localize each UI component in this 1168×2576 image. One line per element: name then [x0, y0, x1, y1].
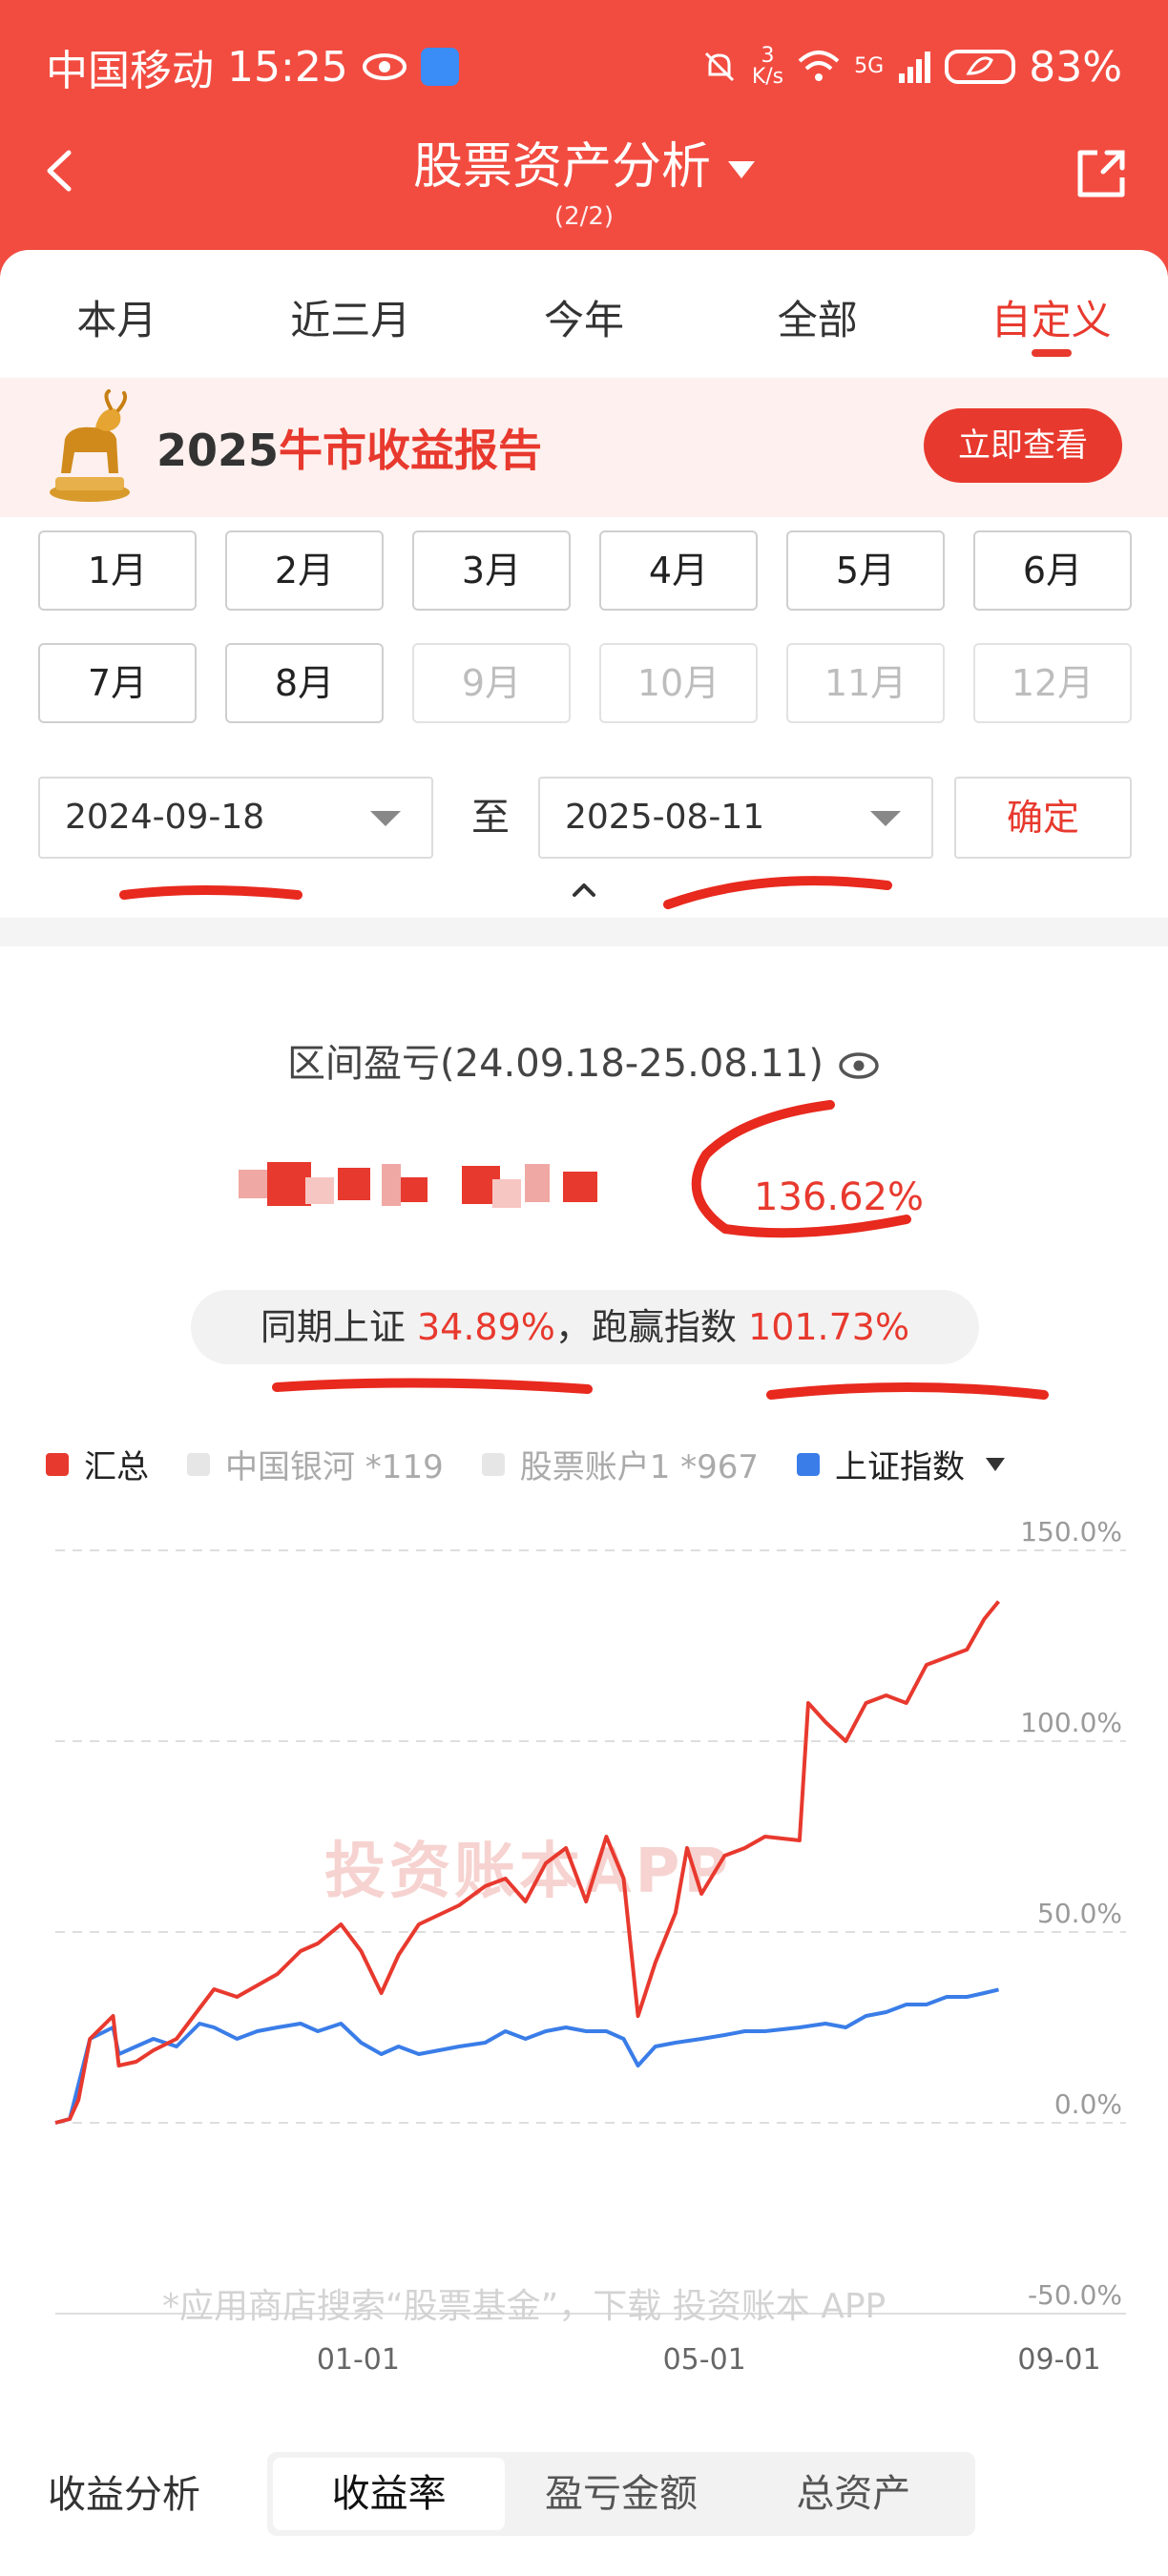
month-9-button: 9月: [412, 643, 571, 723]
month-3-button[interactable]: 3月: [412, 530, 571, 611]
period-tabs: 本月 近三月 今年 全部 自定义: [0, 250, 1168, 374]
analysis-segmented-control: 收益率 盈亏金额 总资产: [267, 2452, 975, 2536]
chevron-down-icon: [870, 811, 901, 826]
time-label: 15:25: [227, 42, 348, 92]
legend-swatch: [797, 1452, 821, 1476]
start-date-select[interactable]: 2024-09-18: [38, 777, 433, 859]
collapse-chevron-icon[interactable]: [569, 874, 599, 904]
chevron-down-icon: [370, 811, 401, 826]
series-line-total: [54, 1600, 1001, 2125]
month-1-button[interactable]: 1月: [38, 530, 197, 611]
tab-custom[interactable]: 自定义: [934, 250, 1168, 374]
mute-bell-icon: [704, 52, 734, 82]
tab-return-rate[interactable]: 收益率: [273, 2458, 506, 2530]
month-12-button: 12月: [973, 643, 1132, 723]
confirm-button[interactable]: 确定: [954, 777, 1132, 859]
date-separator: 至: [471, 796, 510, 840]
legend-swatch: [187, 1452, 210, 1476]
tab-three-months[interactable]: 近三月: [234, 250, 468, 374]
month-grid: 1月 2月 3月 4月 5月 6月 7月 8月 9月 10月 11月 12月: [38, 530, 1132, 723]
chart-legend: 汇总 中国银河 *119 股票账户1 *967 上证指数: [46, 1441, 1006, 1487]
x-tick-label: 01-01: [317, 2343, 400, 2377]
tab-all[interactable]: 全部: [700, 250, 934, 374]
y-tick-label: -50.0%: [1028, 2279, 1122, 2311]
month-10-button: 10月: [599, 643, 758, 723]
net-speed: 3 K/s: [751, 44, 784, 89]
legend-sse-index[interactable]: 上证指数: [797, 1441, 1006, 1487]
month-4-button[interactable]: 4月: [599, 530, 758, 611]
return-percent: 136.62%: [754, 1175, 924, 1219]
legend-total[interactable]: 汇总: [46, 1441, 149, 1487]
analysis-label: 收益分析: [48, 2473, 200, 2517]
month-2-button[interactable]: 2月: [225, 530, 384, 611]
legend-swatch: [46, 1452, 69, 1476]
y-tick-label: 50.0%: [1037, 1898, 1122, 1929]
share-icon[interactable]: [1073, 145, 1130, 202]
battery-level: 83%: [1029, 42, 1122, 92]
signal-bars-icon: [899, 52, 931, 83]
date-range-row: 2024-09-18 至 2025-08-11 确定: [38, 777, 1132, 859]
y-tick-label: 0.0%: [1054, 2088, 1122, 2120]
signal-type: 5G: [854, 54, 885, 78]
legend-stock-account-1[interactable]: 股票账户1 *967: [481, 1441, 759, 1487]
app-header: 中国移动 15:25 3 K/s 5G 83% 股票资产分析 (2/2): [0, 0, 1168, 277]
download-footnote: *应用商店搜索“股票基金”，下载 投资账本 APP: [162, 2287, 886, 2326]
index-return: 34.89%: [417, 1306, 555, 1348]
bull-market-banner[interactable]: 2025牛市收益报告 立即查看: [0, 378, 1168, 517]
banner-title: 2025牛市收益报告: [156, 425, 543, 476]
app-notification-icon: [420, 48, 459, 86]
excess-return: 101.73%: [748, 1306, 910, 1348]
legend-galaxy-account[interactable]: 中国银河 *119: [187, 1441, 444, 1487]
month-7-button[interactable]: 7月: [38, 643, 197, 723]
x-tick-label: 09-01: [1017, 2343, 1100, 2377]
wifi-icon: [798, 51, 840, 81]
y-tick-label: 100.0%: [1020, 1707, 1122, 1738]
status-bar: 中国移动 15:25 3 K/s 5G 83%: [46, 38, 1122, 96]
section-divider: [0, 918, 1168, 946]
month-8-button[interactable]: 8月: [225, 643, 384, 723]
page-subtitle: (2/2): [553, 202, 615, 231]
carrier-label: 中国移动: [46, 47, 214, 95]
y-tick-label: 150.0%: [1020, 1516, 1122, 1548]
battery-icon: [945, 50, 1016, 84]
masked-amount: [239, 1162, 597, 1208]
legend-swatch: [481, 1452, 505, 1476]
index-compare-badge: 同期上证 34.89%，跑赢指数 101.73%: [191, 1290, 979, 1364]
tab-profit-amount[interactable]: 盈亏金额: [505, 2458, 737, 2530]
view-report-button[interactable]: 立即查看: [924, 408, 1122, 483]
nav-row: 股票资产分析 (2/2): [0, 114, 1168, 231]
active-tab-indicator: [1031, 349, 1072, 357]
tab-total-assets[interactable]: 总资产: [738, 2458, 970, 2530]
index-dropdown-icon[interactable]: [986, 1457, 1006, 1471]
x-tick-label: 05-01: [663, 2343, 746, 2377]
tab-this-year[interactable]: 今年: [468, 250, 701, 374]
month-11-button: 11月: [786, 643, 945, 723]
end-date-select[interactable]: 2025-08-11: [538, 777, 933, 859]
period-label: 区间盈亏(24.09.18-25.08.11): [0, 1032, 1168, 1088]
golden-bull-icon: [50, 389, 130, 502]
month-6-button[interactable]: 6月: [973, 530, 1132, 611]
title-dropdown-icon[interactable]: [728, 161, 755, 178]
tab-this-month[interactable]: 本月: [0, 250, 234, 374]
page-title[interactable]: 股票资产分析: [0, 126, 1168, 197]
eye-status-icon: [362, 53, 407, 80]
month-5-button[interactable]: 5月: [786, 530, 945, 611]
return-line-chart: 150.0% 100.0% 50.0% 0.0% -50.0% 01-01 05-01 09-…: [54, 1516, 1126, 2377]
eye-icon[interactable]: [837, 1044, 881, 1088]
